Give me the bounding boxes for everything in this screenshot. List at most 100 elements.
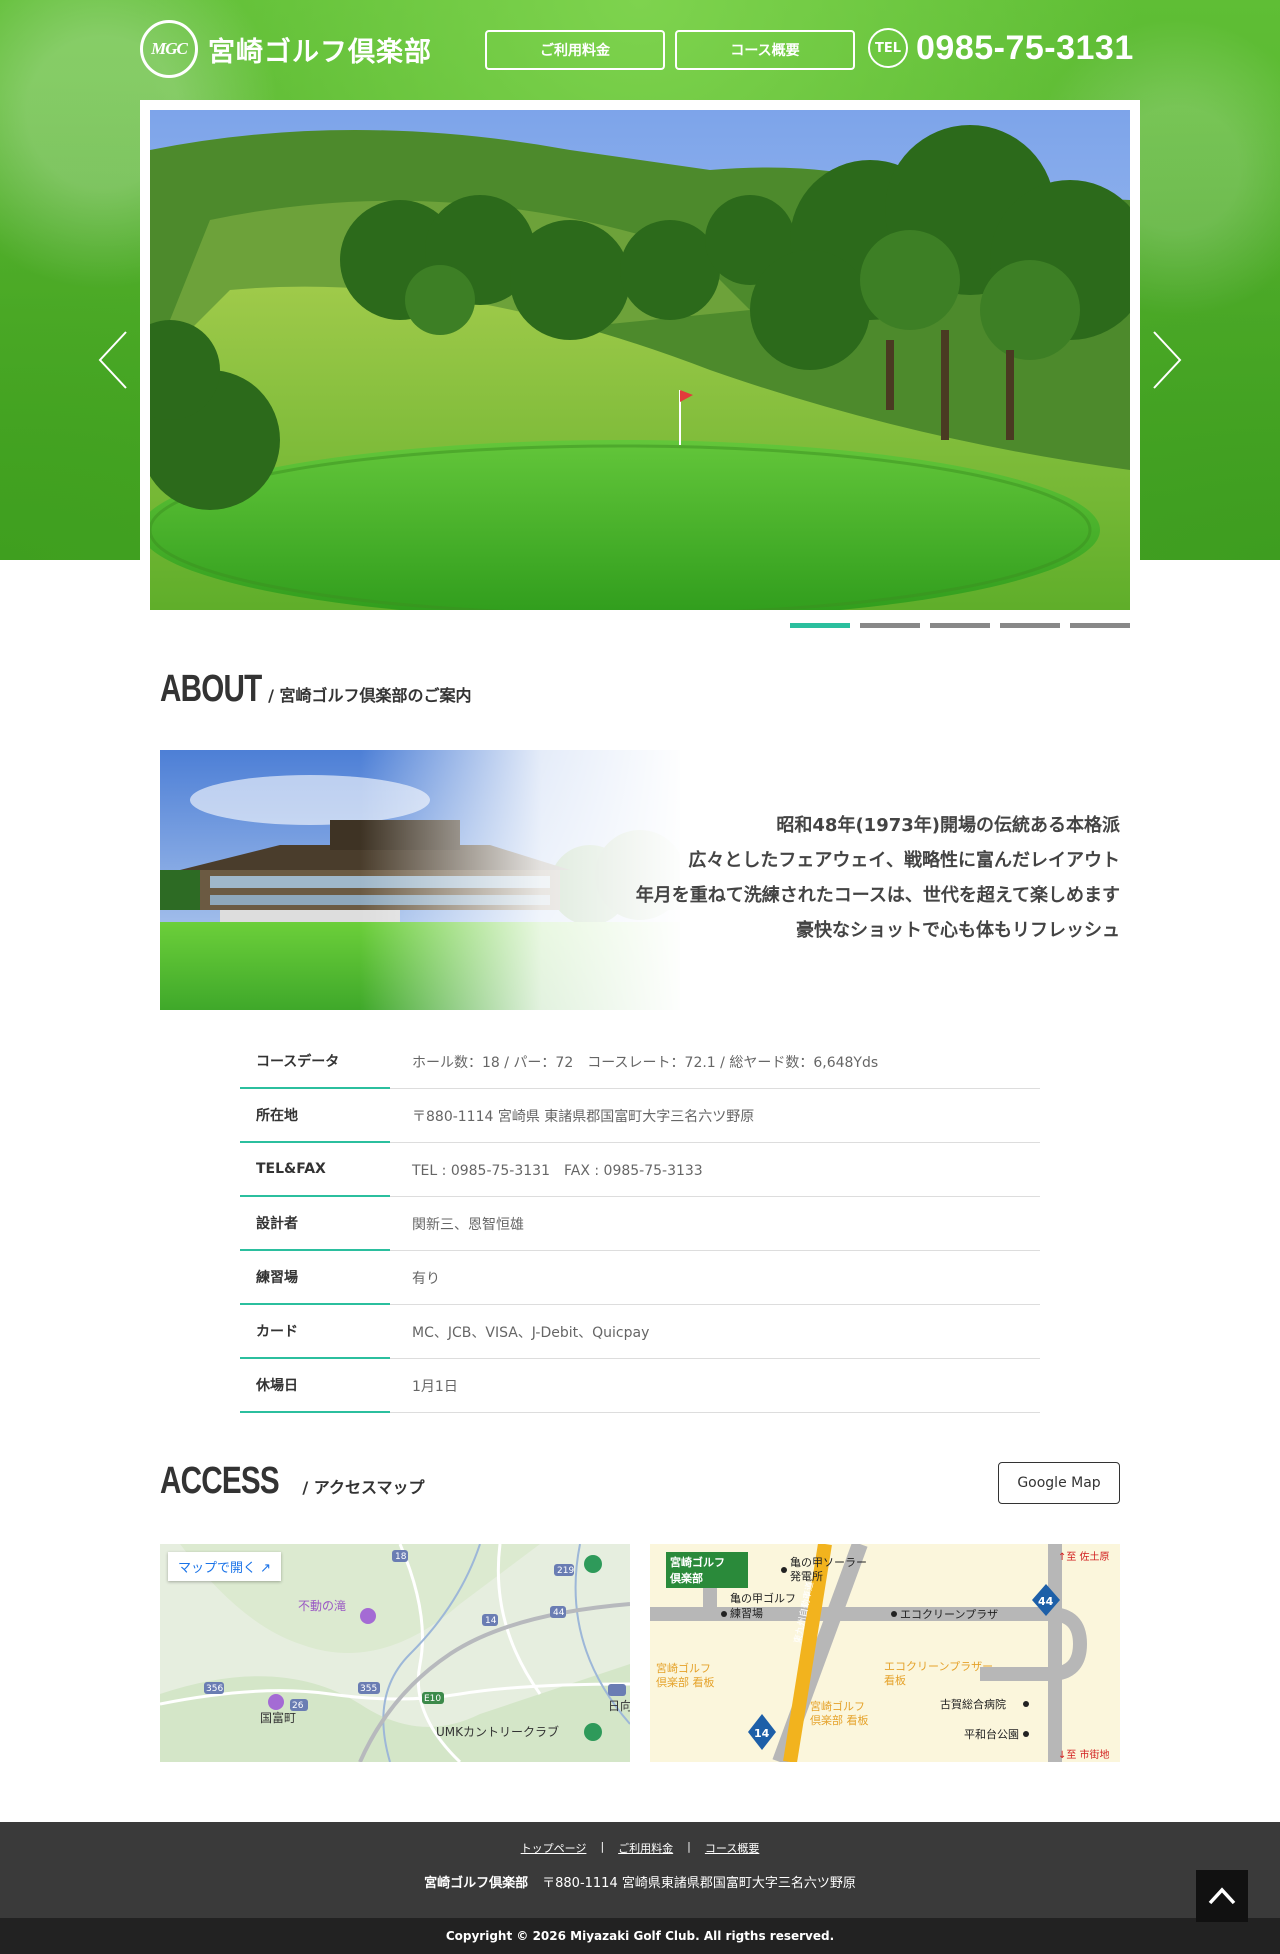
map-route-label: 219 (557, 1566, 574, 1576)
tel-number: 0985-75-3131 (916, 28, 1134, 67)
table-value-cell: ホール数：18 / パー：72 コースレート：72.1 / 総ヤード数：6,64… (390, 1035, 1040, 1089)
about-title: ABOUT (160, 668, 262, 710)
about-description: 昭和48年(1973年)開場の伝統ある本格派 広々としたフェアウェイ、戦略性に富… (636, 808, 1120, 948)
table-row: 所在地 〒880-1114 宮崎県 東諸県郡国富町大字三名六ツ野原 (240, 1089, 1040, 1143)
slider-next-arrow-icon[interactable] (1152, 330, 1182, 390)
table-value-cell: TEL : 0985-75-3131 FAX : 0985-75-3133 (390, 1143, 1040, 1197)
table-value-cell: 有り (390, 1251, 1040, 1305)
slider-dot[interactable] (860, 623, 920, 628)
about-line: 昭和48年(1973年)開場の伝統ある本格派 (776, 815, 1120, 836)
footer-nav: トップページ | ご利用料金 | コース概要 (0, 1840, 1280, 1856)
table-row: 設計者 関新三、恩智恒雄 (240, 1197, 1040, 1251)
about-line: 広々としたフェアウェイ、戦略性に富んだレイアウト (688, 850, 1120, 871)
map-route-label: 356 (206, 1684, 223, 1694)
map-route-label: E10 (424, 1694, 441, 1704)
tel-icon: TEL (868, 28, 908, 68)
map-route-label: 26 (292, 1701, 304, 1711)
open-in-maps-label: マップで開く (178, 1561, 257, 1576)
access-subtitle: / アクセスマップ (302, 1478, 425, 1497)
footer-link-fee[interactable]: ご利用料金 (604, 1840, 687, 1856)
table-value-cell: MC、JCB、VISA、J-Debit、Quicpay (390, 1305, 1040, 1359)
about-line: 豪快なショットで心も体もリフレッシュ (796, 920, 1120, 941)
page-top-button[interactable] (1196, 1870, 1248, 1922)
guide-map-sign: エコクリーンプラザー (884, 1660, 993, 1673)
google-map-button[interactable]: Google Map (998, 1462, 1120, 1504)
map-place-label: 不動の滝 (298, 1599, 346, 1613)
nav-course-button[interactable]: コース概要 (675, 30, 855, 70)
table-row: コースデータ ホール数：18 / パー：72 コースレート：72.1 / 総ヤー… (240, 1035, 1040, 1089)
logo-text: 宮崎ゴルフ倶楽部 (208, 36, 432, 68)
course-info-table: コースデータ ホール数：18 / パー：72 コースレート：72.1 / 総ヤー… (240, 1035, 1040, 1413)
table-header-cell: 練習場 (240, 1251, 390, 1305)
site-header: MGC 宮崎ゴルフ倶楽部 ご利用料金 コース概要 TEL 0985-75-313… (140, 18, 1140, 80)
guide-map-poi: 平和台公園 (964, 1727, 1019, 1741)
guide-map-sign: 宮崎ゴルフ (810, 1699, 865, 1713)
table-header-cell: 休場日 (240, 1359, 390, 1413)
nav-fee-button[interactable]: ご利用料金 (485, 30, 665, 70)
slider-pagination (790, 623, 1130, 628)
guide-map-poi: 亀の甲ゴルフ (730, 1591, 796, 1605)
slider-dot[interactable] (1000, 623, 1060, 628)
guide-map-sign: 宮崎ゴルフ (656, 1661, 711, 1675)
guide-map-poi: エコクリーンプラザ (900, 1608, 998, 1621)
map-route-label: 44 (553, 1608, 565, 1618)
about-heading: ABOUT / 宮崎ゴルフ倶楽部のご案内 (160, 668, 472, 711)
map-route-label: 14 (485, 1616, 497, 1626)
tel-link[interactable]: TEL 0985-75-3131 (868, 28, 1134, 68)
footer-address-text: 〒880-1114 宮崎県東諸県郡国富町大字三名六ツ野原 (542, 1876, 856, 1891)
table-header-cell: TEL&FAX (240, 1143, 390, 1197)
footer-link-course[interactable]: コース概要 (691, 1840, 773, 1856)
guide-map-poi: 亀の甲ソーラー (790, 1555, 867, 1569)
table-value-cell: 1月1日 (390, 1359, 1040, 1413)
slider-prev-arrow-icon[interactable] (98, 330, 128, 390)
access-heading: ACCESS / アクセスマップ (160, 1460, 425, 1503)
route-14-label: 14 (754, 1727, 770, 1740)
guide-map-club-label: 倶楽部 (669, 1571, 703, 1585)
table-row: TEL&FAX TEL : 0985-75-3131 FAX : 0985-75… (240, 1143, 1040, 1197)
guide-map-illustration: 宮崎ゴルフ 倶楽部 亀の甲ソーラー 発電所 亀の甲ゴルフ 練習場 エコクリーンプ… (650, 1544, 1120, 1762)
slider-dot[interactable] (1070, 623, 1130, 628)
slide-image-golf-course (150, 110, 1130, 610)
about-line: 年月を重ねて洗練されたコースは、世代を超えて楽しめます (635, 885, 1120, 906)
logo-mark: MGC (140, 20, 198, 78)
guide-map-direction: ↓至 市街地 (1058, 1748, 1110, 1761)
golf-course-illustration (150, 110, 1130, 610)
external-link-icon: ↗ (260, 1561, 272, 1576)
map-place-label: UMKカントリークラブ (436, 1724, 559, 1739)
footer-link-top[interactable]: トップページ (507, 1840, 601, 1856)
map-place-label: 日向 (608, 1698, 630, 1713)
guide-map: 宮崎ゴルフ 倶楽部 亀の甲ソーラー 発電所 亀の甲ゴルフ 練習場 エコクリーンプ… (650, 1544, 1120, 1762)
table-value-cell: 関新三、恩智恒雄 (390, 1197, 1040, 1251)
table-header-cell: 所在地 (240, 1089, 390, 1143)
table-row: 休場日 1月1日 (240, 1359, 1040, 1413)
map-route-label: 18 (395, 1552, 407, 1562)
table-header-cell: 設計者 (240, 1197, 390, 1251)
hero-slider (140, 100, 1140, 620)
table-header-cell: カード (240, 1305, 390, 1359)
guide-map-poi: 練習場 (730, 1606, 763, 1620)
embedded-google-map[interactable]: 18 219 14 44 356 26 355 E10 不動の滝 国富町 UMK… (160, 1544, 630, 1762)
guide-map-poi: 古賀総合病院 (940, 1697, 1006, 1711)
slider-dot[interactable] (790, 623, 850, 628)
guide-map-poi: 発電所 (790, 1569, 823, 1583)
slider-dot[interactable] (930, 623, 990, 628)
table-header-cell: コースデータ (240, 1035, 390, 1089)
footer-club-name: 宮崎ゴルフ倶楽部 (424, 1876, 529, 1891)
site-logo[interactable]: MGC 宮崎ゴルフ倶楽部 (140, 20, 432, 78)
open-in-maps-link[interactable]: マップで開く ↗ (168, 1552, 282, 1581)
guide-map-club-label: 宮崎ゴルフ (670, 1555, 725, 1569)
guide-map-sign: 倶楽部 看板 (656, 1675, 715, 1689)
table-row: 練習場 有り (240, 1251, 1040, 1305)
access-title: ACCESS (160, 1460, 280, 1502)
about-subtitle: / 宮崎ゴルフ倶楽部のご案内 (268, 686, 472, 705)
guide-map-sign: 倶楽部 看板 (810, 1713, 869, 1727)
copyright: Copyright © 2026 Miyazaki Golf Club. All… (0, 1918, 1280, 1954)
footer-address: 宮崎ゴルフ倶楽部 〒880-1114 宮崎県東諸県郡国富町大字三名六ツ野原 (0, 1872, 1280, 1891)
route-44-label: 44 (1038, 1595, 1054, 1608)
map-place-label: 国富町 (260, 1710, 296, 1725)
chevron-up-icon (1208, 1887, 1236, 1905)
table-row: カード MC、JCB、VISA、J-Debit、Quicpay (240, 1305, 1040, 1359)
map-route-label: 355 (360, 1684, 377, 1694)
guide-map-sign: 看板 (884, 1673, 906, 1687)
guide-map-direction: ↑至 佐土原 (1058, 1550, 1110, 1563)
